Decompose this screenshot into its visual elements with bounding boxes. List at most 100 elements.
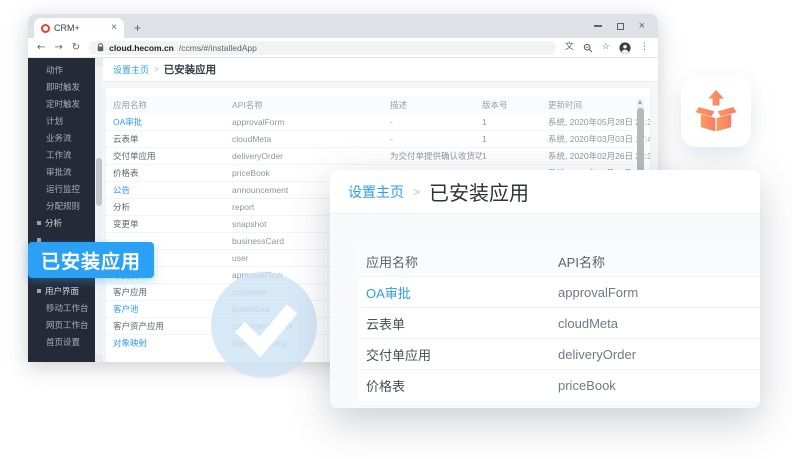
window-close-button[interactable]: ×	[639, 21, 645, 32]
sidebar-item[interactable]: 定时触发	[28, 95, 95, 112]
browser-toolbar: ← → ↻ cloud.hecom.cn/ccms/#/installedApp…	[28, 38, 658, 58]
sidebar-item[interactable]: 即时触发	[28, 78, 95, 95]
section-bullet-icon	[37, 221, 41, 225]
app-name-cell[interactable]: OA审批	[113, 116, 232, 128]
sidebar-item[interactable]: 计划	[28, 112, 95, 129]
crm-favicon-icon	[41, 24, 50, 33]
overlay-table-body: OA审批 approvalForm 云表单 cloudMeta 交付单应用 de…	[358, 276, 760, 400]
column-header-app-name: 应用名称	[113, 99, 232, 111]
overlay-table-row[interactable]: OA审批 approvalForm	[358, 276, 760, 307]
sidebar-item[interactable]: 网页工作台	[28, 316, 95, 333]
sidebar-scrollbar[interactable]	[95, 58, 103, 362]
sidebar-item-label: 即时触发	[46, 81, 80, 93]
profile-avatar[interactable]	[619, 42, 631, 54]
promo-canvas: CRM+ × + × ← → ↻ cloud.hecom.cn/ccms/#/i…	[0, 0, 792, 459]
check-watermark-icon	[211, 272, 317, 378]
overlay-app-name-cell[interactable]: 云表单	[358, 314, 558, 333]
padlock-icon	[97, 43, 104, 52]
overlay-app-name-cell[interactable]: 价格表	[358, 376, 558, 395]
overlay-api-name-cell: deliveryOrder	[558, 347, 760, 362]
sidebar-item[interactable]: 运行监控	[28, 180, 95, 197]
breadcrumb-home-link[interactable]: 设置主页	[113, 63, 149, 76]
toolbar-right-icons: 文 ☆ ⋮	[565, 42, 649, 54]
overlay-breadcrumb-separator-icon: >	[413, 185, 420, 199]
sidebar-item-label: 移动工作台	[46, 302, 89, 314]
description-cell: -	[390, 134, 482, 144]
reload-icon[interactable]: ↻	[72, 43, 80, 53]
table-scroll-up-icon[interactable]	[638, 100, 642, 104]
scroll-up-icon[interactable]	[95, 58, 103, 66]
overlay-app-name-cell[interactable]: OA审批	[358, 283, 558, 302]
overlay-column-header-api-name: API名称	[558, 252, 760, 271]
section-bullet-icon	[37, 238, 41, 242]
zoom-overlay-card: 设置主页 > 已安装应用 应用名称 API名称 OA审批 approvalFor…	[330, 170, 760, 408]
sidebar-item[interactable]: 移动工作台	[28, 299, 95, 316]
sidebar-item-label: 分析	[45, 217, 62, 229]
sidebar-item[interactable]: 业务流	[28, 129, 95, 146]
tab-close-icon[interactable]: ×	[111, 23, 117, 33]
installed-apps-nav-callout[interactable]: 已安装应用	[28, 242, 154, 278]
overlay-body: 应用名称 API名称 OA审批 approvalForm 云表单 cloudMe…	[330, 214, 760, 408]
sidebar-item-label: 分配规则	[46, 200, 80, 212]
window-minimize-button[interactable]	[594, 25, 602, 27]
version-cell: 1	[482, 134, 548, 144]
column-header-description: 描述	[390, 99, 482, 111]
column-header-updated: 更新时间	[548, 99, 650, 111]
back-icon[interactable]: ←	[37, 43, 45, 53]
table-row[interactable]: 云表单 cloudMeta - 1 系统, 2020年03月03日 17:41	[106, 130, 650, 147]
table-row[interactable]: OA审批 approvalForm - 1 系统, 2020年05月28日 21…	[106, 113, 650, 130]
description-cell: 为交付单提供确认收货功能	[390, 150, 482, 162]
breadcrumb-separator-icon: >	[154, 65, 159, 74]
app-name-cell[interactable]: 分析	[113, 201, 232, 213]
sidebar-item-label: 工作流	[46, 149, 72, 161]
open-box-upload-icon	[693, 88, 739, 136]
new-tab-button[interactable]: +	[134, 22, 141, 34]
scroll-down-icon[interactable]	[95, 354, 103, 362]
overlay-table-row[interactable]: 交付单应用 deliveryOrder	[358, 338, 760, 369]
sidebar-item[interactable]: 分配规则	[28, 197, 95, 214]
overlay-table-row[interactable]: 云表单 cloudMeta	[358, 307, 760, 338]
description-cell: -	[390, 117, 482, 127]
version-cell: 1	[482, 151, 548, 161]
sidebar-item-label: 用户界面	[45, 285, 79, 297]
sidebar-item-label: 动作	[46, 64, 63, 76]
overlay-breadcrumb-home-link[interactable]: 设置主页	[348, 182, 404, 202]
address-bar[interactable]: cloud.hecom.cn/ccms/#/installedApp	[89, 41, 556, 55]
overlay-table-row[interactable]: 价格表 priceBook	[358, 369, 760, 400]
app-name-cell[interactable]: 交付单应用	[113, 150, 232, 162]
updated-cell: 系统, 2020年05月28日 21:38	[548, 116, 650, 128]
updated-cell: 系统, 2020年02月26日 22:32	[548, 150, 650, 162]
overlay-column-header-app-name: 应用名称	[358, 252, 558, 271]
overlay-api-name-cell: priceBook	[558, 378, 760, 393]
overlay-table-header-row: 应用名称 API名称	[358, 246, 760, 276]
section-bullet-icon	[37, 289, 41, 293]
sidebar-item[interactable]: 动作	[28, 61, 95, 78]
overlay-page-title: 已安装应用	[429, 177, 529, 206]
sidebar-item[interactable]: 用户界面	[28, 282, 95, 299]
overlay-app-name-cell[interactable]: 交付单应用	[358, 345, 558, 364]
app-name-cell[interactable]: 变更单	[113, 218, 232, 230]
sidebar-item[interactable]: 分析	[28, 214, 95, 231]
bookmark-star-icon[interactable]: ☆	[602, 43, 610, 52]
sidebar-item-label: 业务流	[46, 132, 72, 144]
table-row[interactable]: 交付单应用 deliveryOrder 为交付单提供确认收货功能 1 系统, 2…	[106, 147, 650, 164]
sidebar-item-label: 定时触发	[46, 98, 80, 110]
menu-dots-icon[interactable]: ⋮	[640, 43, 649, 52]
sidebar-item[interactable]: 审批流	[28, 163, 95, 180]
overlay-api-name-cell: cloudMeta	[558, 316, 760, 331]
window-maximize-button[interactable]	[617, 23, 624, 30]
tab-title: CRM+	[54, 23, 107, 33]
sidebar-item-label: 计划	[46, 115, 63, 127]
browser-tab[interactable]: CRM+ ×	[34, 18, 124, 38]
tab-strip: CRM+ × + ×	[28, 14, 658, 38]
forward-icon[interactable]: →	[54, 43, 62, 53]
app-name-cell[interactable]: 价格表	[113, 167, 232, 179]
overlay-breadcrumb: 设置主页 > 已安装应用	[330, 170, 760, 214]
translate-icon[interactable]: 文	[565, 43, 574, 52]
sidebar-scrollbar-thumb[interactable]	[96, 158, 102, 206]
zoom-icon[interactable]	[583, 43, 593, 53]
sidebar-item[interactable]: 工作流	[28, 146, 95, 163]
sidebar-item[interactable]: 首页设置	[28, 333, 95, 350]
app-name-cell[interactable]: 公告	[113, 184, 232, 196]
app-name-cell[interactable]: 云表单	[113, 133, 232, 145]
